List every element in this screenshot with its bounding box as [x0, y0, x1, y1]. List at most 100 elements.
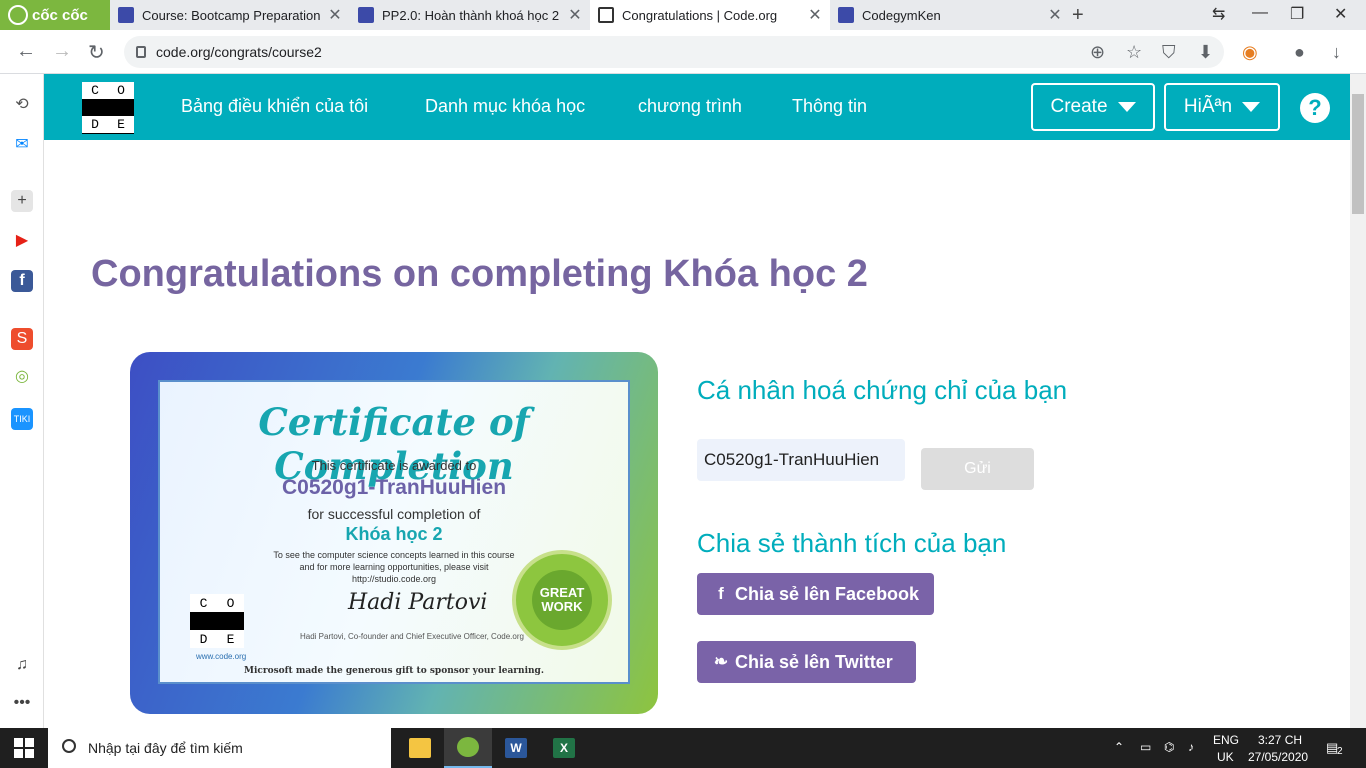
coccoc-icon[interactable]: ◎ — [11, 366, 33, 388]
certificate-title: Certificate of Completion — [258, 400, 530, 488]
page-scrollbar[interactable] — [1350, 74, 1366, 728]
close-tab-icon[interactable]: ✕ — [806, 5, 824, 25]
user-menu-button[interactable]: HiÃªn — [1164, 83, 1280, 131]
maximize-icon[interactable]: ❐ — [1290, 4, 1304, 24]
messenger-icon[interactable]: ✉ — [11, 134, 33, 156]
share-twitter-label: Chia sẻ lên Twitter — [735, 651, 893, 672]
bookmark-star-icon[interactable]: ☆ — [1126, 42, 1142, 63]
browser-tab[interactable]: CodegymKen ✕ — [830, 0, 1070, 30]
nav-course-catalog[interactable]: Danh mục khóa học — [425, 96, 585, 117]
share-heading: Chia sẻ thành tích của bạn — [697, 528, 1007, 558]
language-indicator[interactable]: ENG — [1213, 733, 1239, 747]
chevron-down-icon — [1117, 102, 1136, 112]
code-org-icon — [598, 7, 614, 23]
back-icon[interactable]: ← — [16, 40, 36, 63]
shopee-icon[interactable]: S — [11, 328, 33, 350]
certificate: Certificate of Completion This certifica… — [130, 352, 658, 714]
user-label: HiÃªn — [1183, 96, 1233, 117]
youtube-icon[interactable]: ▶ — [11, 230, 33, 252]
word-icon: W — [505, 738, 527, 758]
windows-start-icon[interactable] — [14, 738, 34, 758]
extension-icon[interactable]: ◉ — [1242, 42, 1258, 63]
facebook-icon[interactable]: f — [11, 270, 33, 292]
chevron-down-icon — [1242, 102, 1261, 112]
nav-dashboard[interactable]: Bảng điều khiển của tôi — [181, 96, 368, 117]
twitter-icon: ❧ — [713, 652, 729, 671]
new-tab-icon[interactable]: + — [1072, 4, 1084, 27]
logo-blank — [217, 612, 244, 630]
network-icon[interactable]: ⌬ — [1164, 740, 1174, 754]
submit-button[interactable]: Gửi — [921, 448, 1034, 490]
add-sidebar-icon[interactable]: + — [11, 190, 33, 212]
notifications-bell-icon[interactable]: ♫ — [11, 654, 33, 676]
nav-about[interactable]: Thông tin — [792, 96, 867, 117]
create-label: Create — [1050, 96, 1108, 117]
browser-tab[interactable]: PP2.0: Hoàn thành khoá học 2 ✕ — [350, 0, 590, 30]
nav-programs[interactable]: chương trình — [638, 96, 742, 117]
volume-icon[interactable]: ♪ — [1188, 740, 1194, 754]
tray-chevron-up-icon[interactable]: ⌃ — [1114, 740, 1124, 754]
browser-sidebar: ⟲ ✉ + ▶ f S ◎ TIKI ♫ ••• — [0, 74, 44, 728]
battery-icon[interactable]: ▭ — [1140, 740, 1151, 754]
tiki-icon[interactable]: TIKI — [11, 408, 33, 430]
windows-taskbar: Nhập tại đây để tìm kiếm W X ⌃ ▭ ⌬ ♪ ENG… — [0, 728, 1366, 768]
certificate-name-input[interactable] — [697, 439, 905, 481]
excel-app[interactable]: X — [540, 728, 588, 768]
reload-icon[interactable]: ↻ — [88, 40, 105, 65]
shield-icon[interactable]: ⛉ — [1162, 42, 1176, 63]
codegym-icon — [358, 7, 374, 23]
certificate-code-logo: C O D E — [190, 594, 244, 648]
scrollbar-thumb[interactable] — [1352, 94, 1364, 214]
browser-tab[interactable]: Course: Bootcamp Preparation ✕ — [110, 0, 350, 30]
close-tab-icon[interactable]: ✕ — [1046, 5, 1064, 25]
coccoc-menu-button[interactable]: cốc cốc — [0, 0, 110, 30]
folder-icon — [409, 738, 431, 758]
code-org-logo[interactable]: C O D E — [82, 82, 134, 134]
close-tab-icon[interactable]: ✕ — [566, 5, 584, 25]
clock-time[interactable]: 3:27 CH — [1258, 733, 1302, 747]
taskbar-search[interactable]: Nhập tại đây để tìm kiếm — [48, 728, 391, 768]
logo-blank — [82, 99, 108, 116]
clock-date[interactable]: 27/05/2020 — [1248, 750, 1308, 764]
forward-icon[interactable]: → — [52, 40, 72, 63]
certificate-recipient-name: C0520g1-TranHuuHien — [281, 476, 507, 499]
logo-letter: C — [190, 594, 217, 612]
certificate-website: www.code.org — [196, 652, 247, 661]
great-work-badge: GREAT WORK — [512, 550, 612, 650]
codegym-icon — [838, 7, 854, 23]
main-content: Congratulations on completing Khóa học 2… — [44, 140, 1350, 728]
downloads-arrow-icon[interactable]: ↓ — [1332, 42, 1341, 63]
file-explorer-app[interactable] — [396, 728, 444, 768]
logo-letter: D — [82, 116, 108, 133]
download-icon[interactable]: ⬇ — [1198, 42, 1213, 63]
address-bar[interactable]: code.org/congrats/course2 — [124, 36, 1224, 68]
logo-letter: O — [217, 594, 244, 612]
profile-icon[interactable]: ● — [1294, 42, 1305, 63]
logo-letter: D — [190, 630, 217, 648]
history-icon[interactable]: ⟲ — [11, 94, 33, 116]
more-options-icon[interactable]: ••• — [11, 692, 33, 714]
logo-letter: E — [108, 116, 134, 133]
url-text[interactable]: code.org/congrats/course2 — [156, 44, 322, 60]
page-title: Congratulations on completing Khóa học 2 — [91, 253, 868, 295]
browser-tab-active[interactable]: Congratulations | Code.org ✕ — [590, 0, 830, 30]
share-facebook-button[interactable]: f Chia sẻ lên Facebook — [697, 573, 934, 615]
browser-brand-label: cốc cốc — [32, 6, 88, 24]
help-icon[interactable]: ? — [1300, 93, 1330, 123]
create-menu-button[interactable]: Create — [1031, 83, 1155, 131]
logo-letter: O — [108, 82, 134, 99]
coccoc-app[interactable] — [444, 728, 492, 768]
certificate-sponsor: Microsoft made the generous gift to spon… — [243, 666, 544, 676]
share-facebook-label: Chia sẻ lên Facebook — [735, 583, 920, 604]
language-region[interactable]: UK — [1217, 750, 1234, 764]
logo-blank — [190, 612, 217, 630]
share-twitter-button[interactable]: ❧ Chia sẻ lên Twitter — [697, 641, 916, 683]
close-window-icon[interactable]: ✕ — [1334, 4, 1347, 24]
minimize-icon[interactable]: — — [1252, 4, 1268, 22]
word-app[interactable]: W — [492, 728, 540, 768]
certificate-body: Certificate of Completion This certifica… — [158, 380, 630, 684]
close-tab-icon[interactable]: ✕ — [326, 5, 344, 25]
tab-search-icon[interactable]: ⇆ — [1212, 4, 1225, 24]
notification-count: 2 — [1337, 746, 1343, 757]
zoom-icon[interactable]: ⊕ — [1090, 42, 1105, 63]
